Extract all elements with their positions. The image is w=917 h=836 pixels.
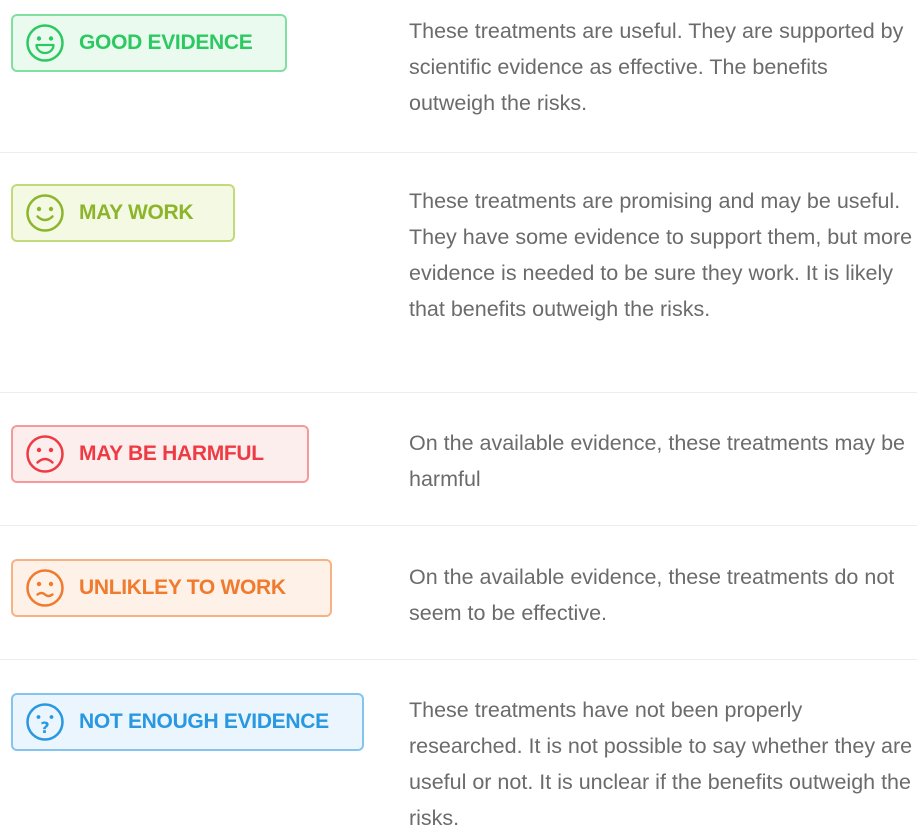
legend-row-may-work: MAY WORK These treatments are promising … [0,152,917,393]
badge-label: GOOD EVIDENCE [79,31,253,54]
grinning-face-icon [26,24,64,62]
badge-label: MAY WORK [79,201,194,224]
may-be-harmful-badge: MAY BE HARMFUL [11,425,309,483]
question-face-icon: ? [26,703,64,741]
legend-row-good-evidence: GOOD EVIDENCE These treatments are usefu… [0,0,917,152]
smiling-face-icon [26,194,64,232]
may-work-badge: MAY WORK [11,184,235,242]
frowning-face-icon [26,435,64,473]
not-enough-evidence-badge: ? NOT ENOUGH EVIDENCE [11,693,364,751]
legend-row-not-enough-evidence: ? NOT ENOUGH EVIDENCE These treatments h… [0,659,917,830]
legend-row-unlikely-to-work: UNLIKLEY TO WORK On the available eviden… [0,525,917,660]
may-be-harmful-description: On the available evidence, these treatme… [409,431,905,491]
unlikely-to-work-description: On the available evidence, these treatme… [409,565,895,625]
badge-label: NOT ENOUGH EVIDENCE [79,710,329,733]
evidence-rating-legend: GOOD EVIDENCE These treatments are usefu… [0,0,917,830]
not-enough-evidence-description: These treatments have not been properly … [409,698,913,830]
badge-label: UNLIKLEY TO WORK [79,576,286,599]
good-evidence-description: These treatments are useful. They are su… [409,19,904,115]
badge-label: MAY BE HARMFUL [79,442,264,465]
wavy-mouth-face-icon [26,569,64,607]
good-evidence-badge: GOOD EVIDENCE [11,14,287,72]
svg-text:?: ? [40,718,49,737]
legend-row-may-be-harmful: MAY BE HARMFUL On the available evidence… [0,392,917,526]
may-work-description: These treatments are promising and may b… [409,189,913,321]
unlikely-to-work-badge: UNLIKLEY TO WORK [11,559,332,617]
